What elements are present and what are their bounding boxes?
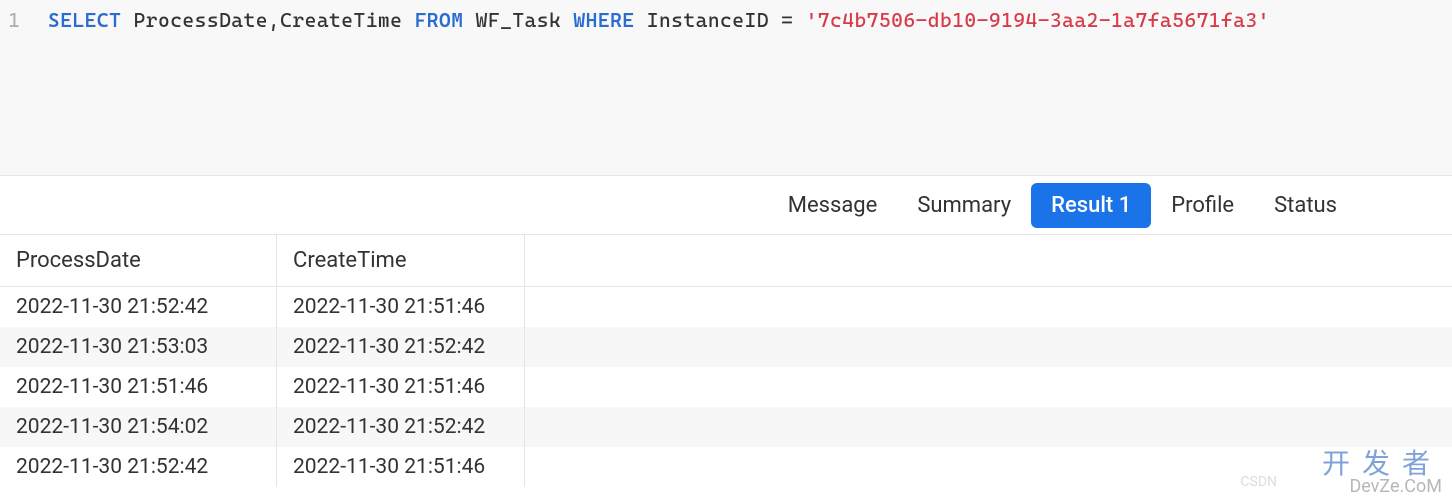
tab-status[interactable]: Status	[1254, 183, 1357, 228]
sql-editor[interactable]: 1 SELECT ProcessDate,CreateTime FROM WF_…	[0, 0, 1452, 175]
table-row[interactable]: 2022-11-30 21:52:42 2022-11-30 21:51:46	[0, 287, 1452, 327]
table-row[interactable]: 2022-11-30 21:54:02 2022-11-30 21:52:42	[0, 407, 1452, 447]
table-row[interactable]: 2022-11-30 21:52:42 2022-11-30 21:51:46	[0, 447, 1452, 487]
where-keyword: WHERE	[573, 8, 634, 32]
sql-table: WF_Task	[476, 8, 574, 32]
tab-result1[interactable]: Result 1	[1031, 183, 1151, 228]
cell-processdate: 2022-11-30 21:53:03	[0, 327, 277, 367]
cell-createtime: 2022-11-30 21:52:42	[277, 407, 525, 447]
cell-processdate: 2022-11-30 21:51:46	[0, 367, 277, 407]
csdn-watermark: CSDN	[1240, 474, 1277, 490]
cell-createtime: 2022-11-30 21:52:42	[277, 327, 525, 367]
select-keyword: SELECT	[48, 8, 121, 32]
table-header-row: ProcessDate CreateTime	[0, 235, 1452, 287]
column-header-createtime[interactable]: CreateTime	[277, 235, 525, 286]
cell-createtime: 2022-11-30 21:51:46	[277, 287, 525, 327]
cell-createtime: 2022-11-30 21:51:46	[277, 367, 525, 407]
table-row[interactable]: 2022-11-30 21:51:46 2022-11-30 21:51:46	[0, 367, 1452, 407]
cell-processdate: 2022-11-30 21:52:42	[0, 287, 277, 327]
from-keyword: FROM	[415, 8, 464, 32]
tab-message[interactable]: Message	[768, 183, 898, 228]
sql-condition: InstanceID =	[647, 8, 806, 32]
tab-profile[interactable]: Profile	[1151, 183, 1254, 228]
line-number: 1	[0, 8, 30, 175]
results-table: ProcessDate CreateTime 2022-11-30 21:52:…	[0, 235, 1452, 487]
cell-processdate: 2022-11-30 21:52:42	[0, 447, 277, 487]
result-tabs: Message Summary Result 1 Profile Status	[0, 175, 1452, 235]
sql-string-value: '7c4b7506-db10-9194-3aa2-1a7fa5671fa3'	[806, 8, 1270, 32]
table-row[interactable]: 2022-11-30 21:53:03 2022-11-30 21:52:42	[0, 327, 1452, 367]
sql-code[interactable]: SELECT ProcessDate,CreateTime FROM WF_Ta…	[30, 8, 1270, 175]
table-body: 2022-11-30 21:52:42 2022-11-30 21:51:46 …	[0, 287, 1452, 487]
cell-createtime: 2022-11-30 21:51:46	[277, 447, 525, 487]
tab-summary[interactable]: Summary	[897, 183, 1031, 228]
sql-columns: ProcessDate,CreateTime	[134, 8, 415, 32]
column-header-processdate[interactable]: ProcessDate	[0, 235, 277, 286]
cell-processdate: 2022-11-30 21:54:02	[0, 407, 277, 447]
